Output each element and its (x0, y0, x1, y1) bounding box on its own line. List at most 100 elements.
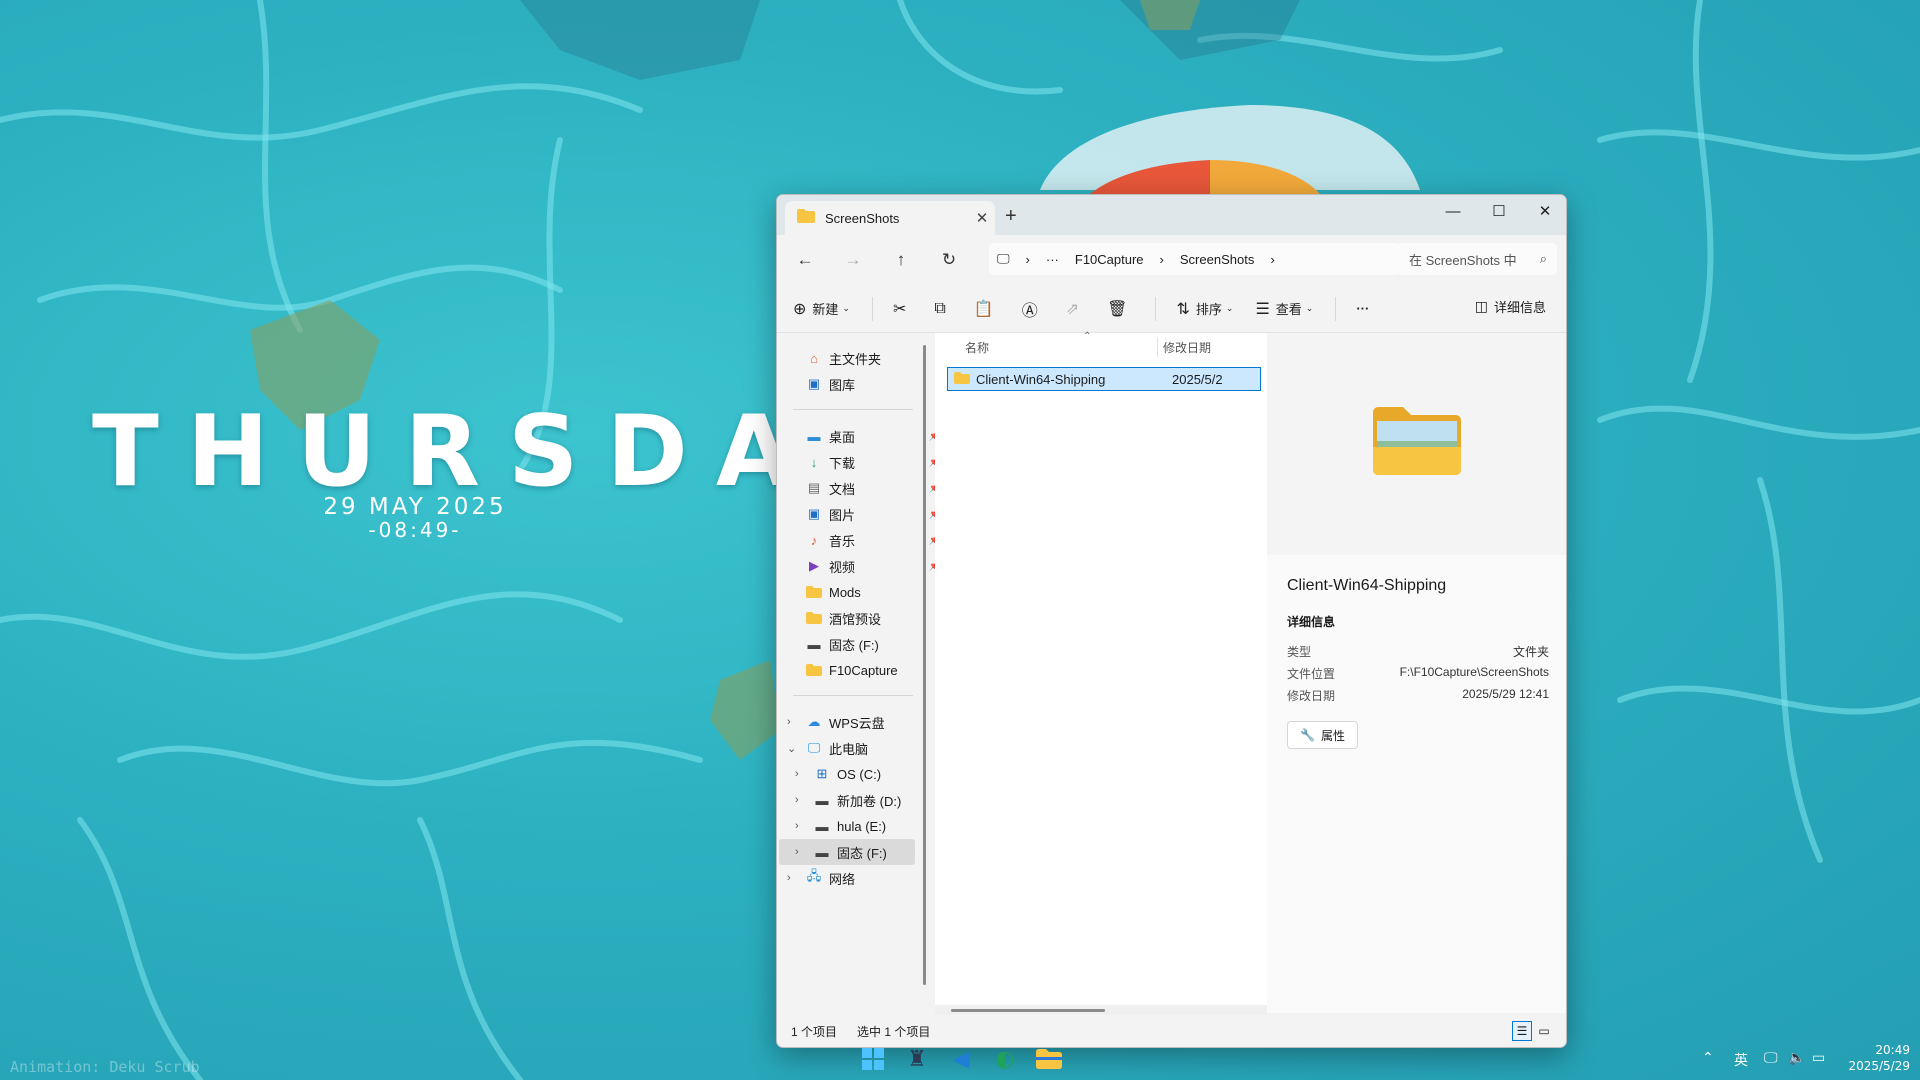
desktop-clock-date: 29 MAY 2025 (323, 494, 507, 520)
sidebar-item-drive-e[interactable]: › ▬ hula (E:) (793, 813, 933, 839)
minimize-button[interactable]: — (1430, 195, 1476, 227)
copy-button[interactable]: ⧉ (934, 300, 951, 318)
desktop-icon: ▬ (807, 428, 821, 444)
drive-icon: ▬ (815, 792, 829, 808)
navigation-pane: ⌂主文件夹 ▣图库 ▬桌面📌 ↓下载📌 ▤文档📌 ▣图片📌 ♪音乐📌 ▶视频📌 … (777, 333, 941, 1013)
drive-icon: ▬ (807, 636, 821, 652)
detail-label: 文件位置 (1287, 667, 1336, 681)
column-header-modified[interactable]: 修改日期 (1163, 333, 1263, 361)
paste-button[interactable]: 📋 (974, 299, 1000, 319)
taskbar-edge-icon[interactable]: ◐ (990, 1044, 1020, 1074)
chevron-right-icon: › (787, 872, 791, 884)
search-placeholder: 在 ScreenShots 中 (1409, 252, 1517, 268)
tray-overflow-chevron-icon[interactable]: ⌃ (1702, 1050, 1714, 1066)
detail-modified: 修改日期 2025/5/29 12:41 (1287, 687, 1549, 704)
close-tab-icon[interactable]: ✕ (969, 209, 995, 227)
details-view-button[interactable]: ☰ (1512, 1021, 1532, 1041)
plus-circle-icon: ⊕ (793, 300, 807, 318)
wrench-icon: 🔧 (1300, 728, 1315, 742)
sidebar-item-network[interactable]: › 🖧 网络 (785, 865, 925, 891)
refresh-button[interactable]: ↻ (925, 250, 973, 270)
network-status-icon[interactable]: 🖵 (1764, 1050, 1778, 1066)
copy-icon: ⧉ (934, 299, 946, 317)
share-button[interactable]: ⇗ (1066, 299, 1085, 319)
title-bar[interactable]: ScreenShots ✕ + — ☐ ✕ (777, 195, 1566, 235)
desktop-clock-time: -08:49- (368, 518, 462, 542)
properties-label: 属性 (1320, 728, 1345, 743)
sidebar-divider (793, 695, 913, 696)
paste-icon: 📋 (973, 300, 994, 318)
file-list: 名称 ⌃ 修改日期 Client-Win64-Shipping 2025/5/2 (935, 331, 1267, 1015)
maximize-button[interactable]: ☐ (1476, 195, 1522, 227)
windows-drive-icon: ⊞ (816, 766, 828, 781)
list-view-icon: ☰ (1516, 1024, 1528, 1038)
column-header-name[interactable]: 名称 (965, 333, 1155, 361)
new-label: 新建 (812, 302, 839, 317)
chevron-right-icon: › (787, 716, 791, 728)
preview-area (1267, 333, 1566, 555)
cut-button[interactable]: ✂ (893, 299, 912, 319)
details-heading: 详细信息 (1287, 615, 1336, 629)
chevron-right-icon: › (795, 820, 799, 832)
taskbar-clock[interactable]: 20:49 2025/5/29 (1840, 1042, 1910, 1074)
rename-icon: Ⓐ (1021, 302, 1038, 320)
search-box[interactable]: 在 ScreenShots 中 ⌕ (1397, 243, 1557, 275)
new-tab-button[interactable]: + (1005, 205, 1017, 228)
sidebar-item-drive-d[interactable]: › ▬ 新加卷 (D:) (793, 787, 933, 813)
volume-icon[interactable]: 🔈 (1788, 1050, 1805, 1066)
sidebar-item-drive-f-tree[interactable]: › ▬ 固态 (F:) (779, 839, 915, 865)
up-button[interactable]: ↑ (877, 250, 925, 270)
breadcrumb-f10capture[interactable]: F10Capture (1075, 252, 1144, 267)
view-button[interactable]: ☰ 查看 ⌄ (1255, 299, 1313, 319)
delete-button[interactable]: 🗑 (1107, 299, 1133, 319)
divider (1335, 296, 1337, 321)
sidebar-item-label: 桌面 (829, 429, 856, 445)
folder-icon (805, 584, 823, 600)
horizontal-scrollbar[interactable] (951, 1009, 1105, 1012)
tab-title: ScreenShots (825, 210, 900, 226)
tab-screenshots[interactable]: ScreenShots ✕ (785, 201, 995, 235)
ime-indicator[interactable]: 英 (1734, 1050, 1748, 1070)
folder-icon (805, 610, 823, 626)
properties-button[interactable]: 🔧 属性 (1287, 721, 1358, 749)
column-label: 修改日期 (1163, 340, 1212, 355)
document-icon: ▤ (807, 480, 821, 495)
music-icon: ♪ (810, 532, 818, 548)
detail-location: 文件位置 F:\F10Capture\ScreenShots (1287, 665, 1549, 682)
trash-icon: 🗑 (1107, 300, 1128, 318)
sidebar-item-label: 酒馆预设 (829, 611, 882, 627)
navigation-pane-scrollbar[interactable] (923, 345, 926, 985)
detail-value: F:\F10Capture\ScreenShots (1399, 665, 1549, 679)
battery-icon[interactable]: ▭ (1812, 1050, 1825, 1066)
more-options-button[interactable]: ··· (1356, 301, 1369, 316)
back-button[interactable]: ← (781, 250, 829, 270)
close-window-button[interactable]: ✕ (1522, 195, 1566, 227)
breadcrumb-screenshots[interactable]: ScreenShots (1180, 252, 1254, 267)
file-name: Client-Win64-Shipping (976, 371, 1106, 387)
file-row[interactable]: Client-Win64-Shipping 2025/5/2 (947, 367, 1261, 391)
sidebar-item-wps-cloud[interactable]: › ☁ WPS云盘 (785, 709, 925, 735)
taskbar-app-character-icon[interactable]: ♜ (902, 1044, 932, 1074)
address-ellipsis[interactable]: ··· (1046, 252, 1059, 267)
details-pane-button[interactable]: ◫ 详细信息 (1475, 297, 1546, 316)
forward-button[interactable]: → (829, 250, 877, 270)
tiles-view-button[interactable]: ▭ (1534, 1021, 1554, 1041)
taskbar-vscode-icon[interactable]: ◀ (946, 1044, 976, 1074)
drive-icon: ▬ (815, 818, 829, 834)
rename-button[interactable]: Ⓐ (1022, 297, 1044, 321)
chevron-right-icon: › (795, 768, 799, 780)
address-bar[interactable]: 🖵 › ··· F10Capture › ScreenShots › (989, 243, 1399, 275)
network-icon: 🖧 (806, 868, 822, 883)
sidebar-item-this-pc[interactable]: ⌄ 🖵 此电脑 (785, 735, 925, 761)
divider (871, 296, 873, 321)
download-icon: ↓ (810, 454, 818, 470)
start-button[interactable] (858, 1044, 888, 1074)
new-button[interactable]: ⊕ 新建 ⌄ (793, 299, 850, 319)
gallery-icon: ▣ (807, 376, 821, 391)
detail-type: 类型 文件夹 (1287, 643, 1549, 660)
sort-button[interactable]: ⇅ 排序 ⌄ (1176, 299, 1233, 319)
sidebar-item-label: 此电脑 (829, 741, 869, 757)
taskbar-file-explorer-icon[interactable] (1034, 1044, 1064, 1074)
view-toggle: ☰ ▭ (1510, 1021, 1554, 1041)
sidebar-item-drive-c[interactable]: › ⊞ OS (C:) (793, 761, 933, 787)
